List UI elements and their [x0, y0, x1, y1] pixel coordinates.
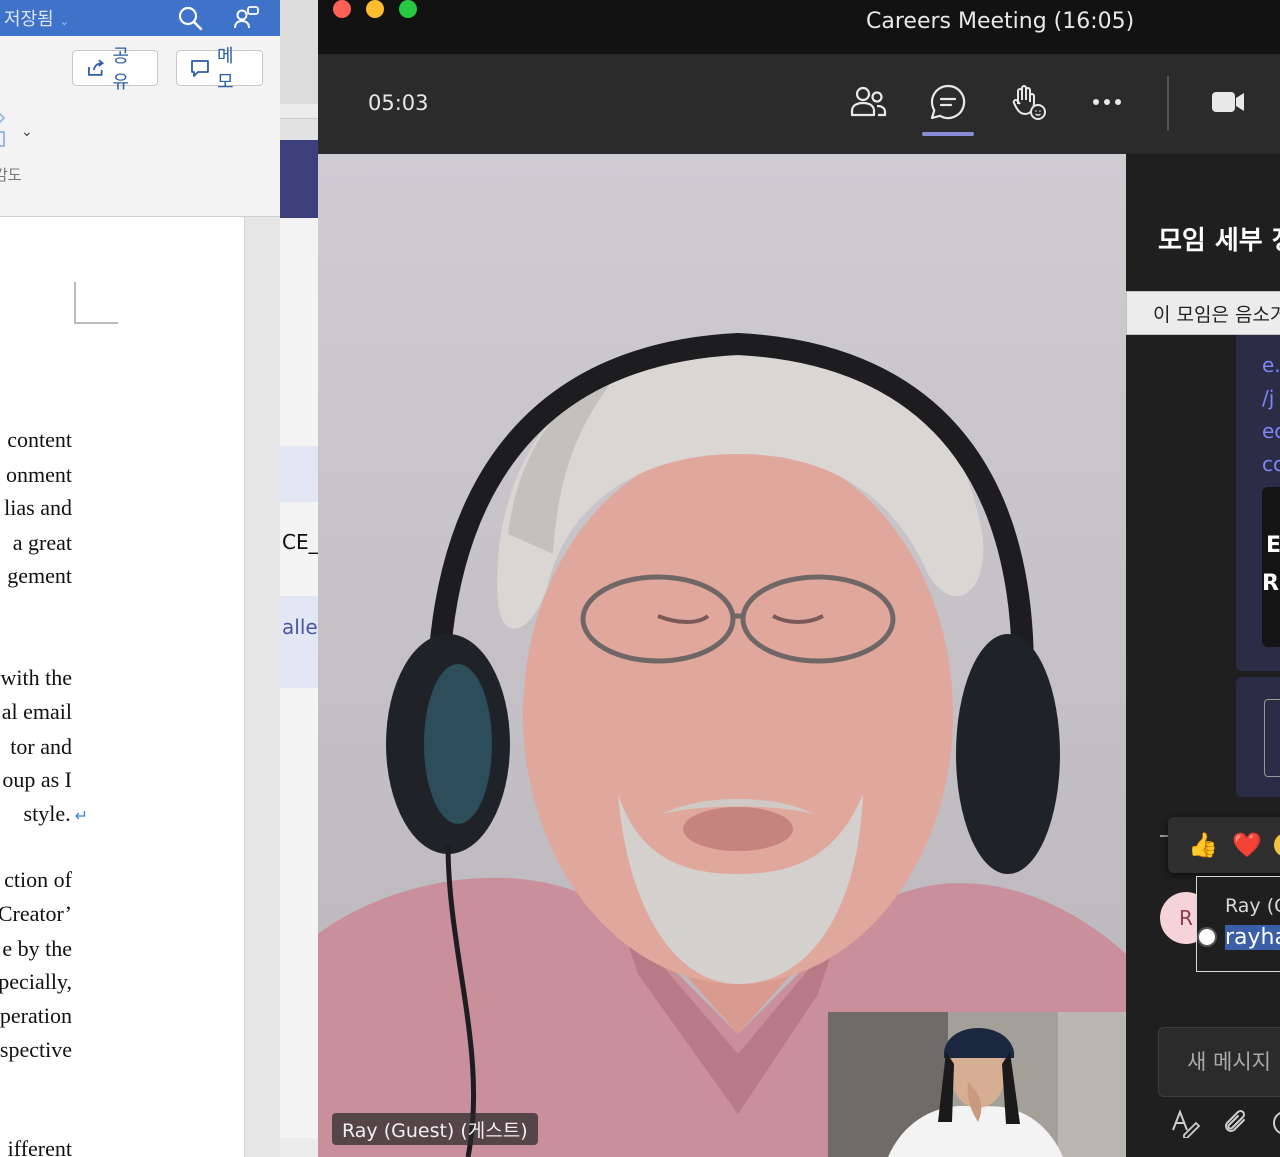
participant-video-feed [318, 154, 1126, 1157]
attachment-card [1236, 677, 1280, 797]
toolbar-separator [1167, 76, 1169, 130]
background-row [280, 596, 318, 688]
more-options-button[interactable] [1088, 82, 1128, 122]
divider [1160, 835, 1168, 837]
message-sender: Ray (G [1225, 895, 1280, 917]
share-icon [88, 59, 105, 76]
word-ribbon: 공유 메모 ⌄ 감도 [0, 36, 280, 217]
word-titlebar: 저장됨 ⌄ [0, 0, 280, 36]
reactions-button[interactable] [1008, 82, 1048, 122]
background-window-tab [280, 118, 318, 141]
emoji-icon[interactable] [1270, 1108, 1280, 1138]
message-link-fragment[interactable]: ec [1262, 419, 1280, 443]
paragraph-mark-icon: ↵ [70, 808, 88, 825]
message-link-fragment[interactable]: /j [1262, 386, 1274, 410]
doc-line: al email [1, 699, 72, 724]
people-icon [850, 86, 887, 117]
attachment-preview[interactable] [1264, 699, 1280, 777]
share-label: 공유 [112, 46, 130, 93]
doc-line: content [7, 427, 72, 452]
participants-button[interactable] [848, 82, 888, 122]
chat-message[interactable]: Ray (G rayha [1196, 876, 1280, 972]
page-margin-mark [74, 282, 118, 324]
doc-line: lias and [4, 495, 72, 520]
participant-name-tag: Ray (Guest) (게스트) [332, 1113, 538, 1145]
background-window: CE_I aller [280, 0, 318, 1157]
meeting-timer: 05:03 [368, 91, 429, 115]
doc-line: Creator’ [0, 901, 72, 926]
chevron-down-icon: ⌄ [59, 15, 69, 28]
chat-icon [930, 84, 966, 120]
document-gutter [244, 217, 280, 1157]
doc-line: style. ↵ [24, 801, 88, 827]
thumbs-up-reaction-icon[interactable]: 👍 [1188, 831, 1218, 859]
muted-meeting-banner: 이 모임은 음소거 [1126, 291, 1280, 335]
doc-line-text: style. [23, 801, 71, 826]
message-link-fragment[interactable]: cc [1262, 452, 1280, 476]
active-tab-indicator [922, 132, 974, 136]
message-text[interactable]: rayha [1225, 925, 1280, 950]
format-icon[interactable] [1170, 1108, 1201, 1139]
doc-line: spective [0, 1037, 72, 1062]
more-icon [1093, 99, 1121, 105]
minimize-window-button[interactable] [366, 0, 384, 18]
meeting-toolbar: 05:03 [318, 54, 1280, 155]
participant-video[interactable]: Ray (Guest) (게스트) [318, 154, 1126, 1157]
background-link[interactable]: aller [282, 615, 318, 639]
background-text: CE_I [282, 530, 318, 554]
thumbnail-text: E [1266, 533, 1280, 558]
reaction-picker: 👍 ❤️ [1168, 817, 1280, 873]
camera-button[interactable] [1208, 82, 1248, 122]
new-message-input[interactable]: 새 메시지 [1158, 1027, 1280, 1097]
sensitivity-icon[interactable] [0, 104, 18, 150]
zoom-window-button[interactable] [399, 0, 417, 18]
doc-line: with the [0, 665, 73, 690]
save-status-label: 저장됨 [4, 9, 54, 30]
video-camera-icon [1212, 92, 1244, 112]
doc-line: e by the [2, 936, 72, 961]
close-window-button[interactable] [333, 0, 351, 18]
background-window-banner [280, 140, 318, 218]
raise-hand-icon [1012, 85, 1046, 120]
share-people-icon[interactable] [232, 4, 260, 32]
thumbnail-text: RE [1262, 571, 1280, 596]
chevron-down-icon[interactable]: ⌄ [21, 124, 33, 140]
background-row [280, 446, 318, 502]
emoji-reaction-icon[interactable] [1274, 833, 1280, 857]
teams-titlebar: Careers Meeting (16:05) [318, 0, 1280, 54]
meeting-title: Careers Meeting (16:05) [866, 9, 1135, 34]
message-link-fragment[interactable]: e. [1262, 353, 1280, 377]
attach-icon[interactable] [1222, 1108, 1252, 1138]
self-view-feed [828, 1012, 1126, 1157]
doc-line: ifferent [7, 1136, 72, 1157]
doc-line: onment [6, 462, 72, 487]
doc-line: a great [12, 530, 72, 555]
panel-title: 모임 세부 정 [1158, 226, 1280, 256]
search-icon[interactable] [176, 4, 204, 32]
heart-reaction-icon[interactable]: ❤️ [1232, 831, 1262, 859]
doc-line: gement [7, 563, 72, 588]
teams-window: Careers Meeting (16:05) 05:03 Ray (Guest… [318, 0, 1280, 1157]
save-status[interactable]: 저장됨 ⌄ [4, 5, 69, 31]
doc-line: ction of [4, 867, 72, 892]
self-view[interactable] [828, 1012, 1126, 1157]
doc-line: tor and [10, 734, 72, 759]
comment-button[interactable]: 메모 [176, 46, 263, 93]
chat-button[interactable] [928, 82, 968, 122]
doc-line: peration [0, 1003, 72, 1028]
meeting-details-panel: 모임 세부 정 이 모임은 음소거 e. /j ec cc E RE 👍 ❤️ … [1126, 154, 1280, 1157]
background-window-header [280, 0, 318, 104]
selected-text: rayha [1225, 925, 1280, 950]
share-button[interactable]: 공유 [72, 46, 158, 93]
word-window: 저장됨 ⌄ 공유 메모 ⌄ 감도 content onment lias and … [0, 0, 280, 1157]
link-preview-thumbnail[interactable]: E RE [1262, 487, 1280, 647]
doc-line: oup as I [2, 767, 72, 792]
comment-label: 메모 [216, 46, 234, 93]
comment-icon [191, 60, 209, 77]
doc-line: pecially, [0, 969, 72, 994]
sensitivity-label: 감도 [0, 166, 22, 184]
selection-handle[interactable] [1197, 927, 1217, 947]
